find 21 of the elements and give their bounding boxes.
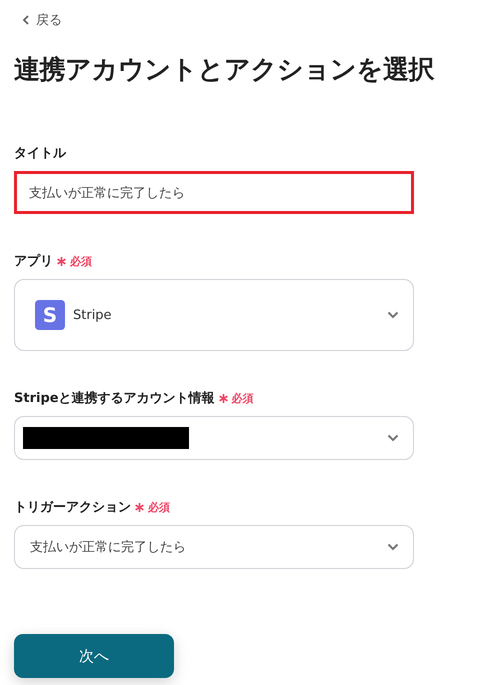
field-label: アプリ xyxy=(14,252,53,270)
chevron-down-icon xyxy=(387,434,399,442)
app-select[interactable]: S Stripe xyxy=(14,279,414,351)
chevron-down-icon xyxy=(387,311,399,319)
back-link[interactable]: 戻る xyxy=(22,11,62,29)
required-tag: 必須 xyxy=(70,254,92,268)
field-label: Stripeと連携するアカウント情報 xyxy=(14,390,215,407)
field-label: タイトル xyxy=(14,145,66,162)
select-value: 支払いが正常に完了したら xyxy=(29,539,186,556)
app-name: Stripe xyxy=(73,308,112,322)
title-field[interactable]: 支払いが正常に完了したら xyxy=(14,171,414,214)
page-heading: 連携アカウントとアクションを選択 xyxy=(14,54,436,87)
trigger-select[interactable]: 支払いが正常に完了したら xyxy=(14,525,414,569)
app-logo: S xyxy=(35,300,65,330)
required-tag: 必須 xyxy=(232,390,254,406)
required-tag: 必須 xyxy=(148,500,170,514)
back-chevron-icon xyxy=(22,15,30,25)
field-label: トリガーアクション xyxy=(14,499,131,516)
chevron-down-icon xyxy=(387,543,399,551)
next-button[interactable]: 次へ xyxy=(14,634,174,678)
account-select[interactable] xyxy=(14,416,414,460)
